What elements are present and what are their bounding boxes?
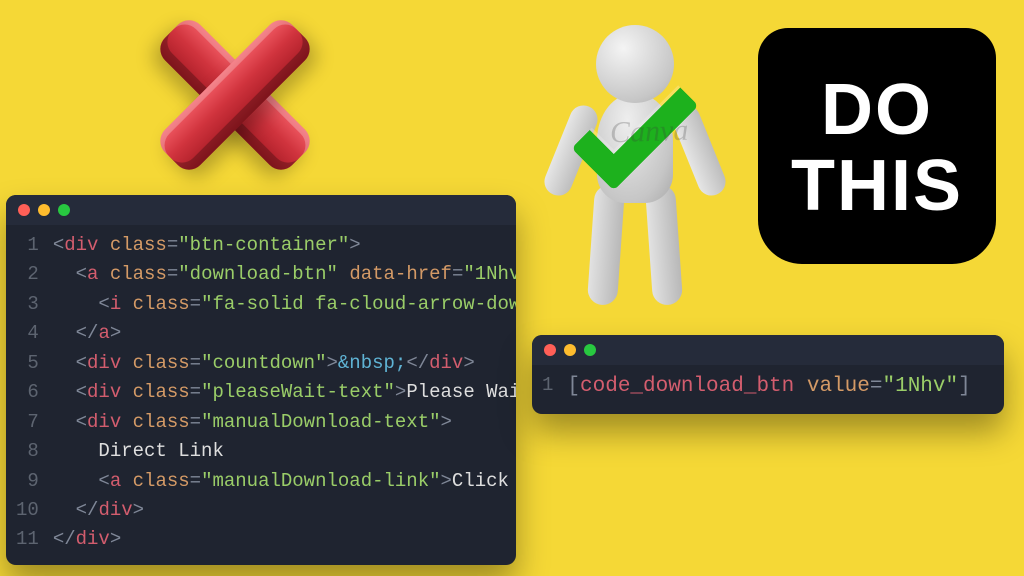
window-controls [532, 335, 1004, 365]
do-this-badge: DO THIS [758, 28, 996, 264]
code-editor-left: 1234567891011 <div class="btn-container"… [6, 195, 516, 565]
window-controls [6, 195, 516, 225]
code-editor-right: 1 [code_download_btn value="1Nhv"] [532, 335, 1004, 414]
code-content-right: [code_download_btn value="1Nhv"] [567, 371, 970, 404]
line-gutter: 1 [532, 371, 567, 404]
minimize-icon[interactable] [564, 344, 576, 356]
badge-line1: DO [821, 73, 933, 149]
close-icon[interactable] [18, 204, 30, 216]
maximize-icon[interactable] [584, 344, 596, 356]
maximize-icon[interactable] [58, 204, 70, 216]
badge-line2: THIS [791, 149, 963, 225]
code-content-left: <div class="btn-container"> <a class="do… [53, 231, 516, 555]
minimize-icon[interactable] [38, 204, 50, 216]
figure-with-checkmark [545, 25, 725, 305]
close-icon[interactable] [544, 344, 556, 356]
line-gutter: 1234567891011 [6, 231, 53, 555]
cross-icon [150, 10, 320, 180]
